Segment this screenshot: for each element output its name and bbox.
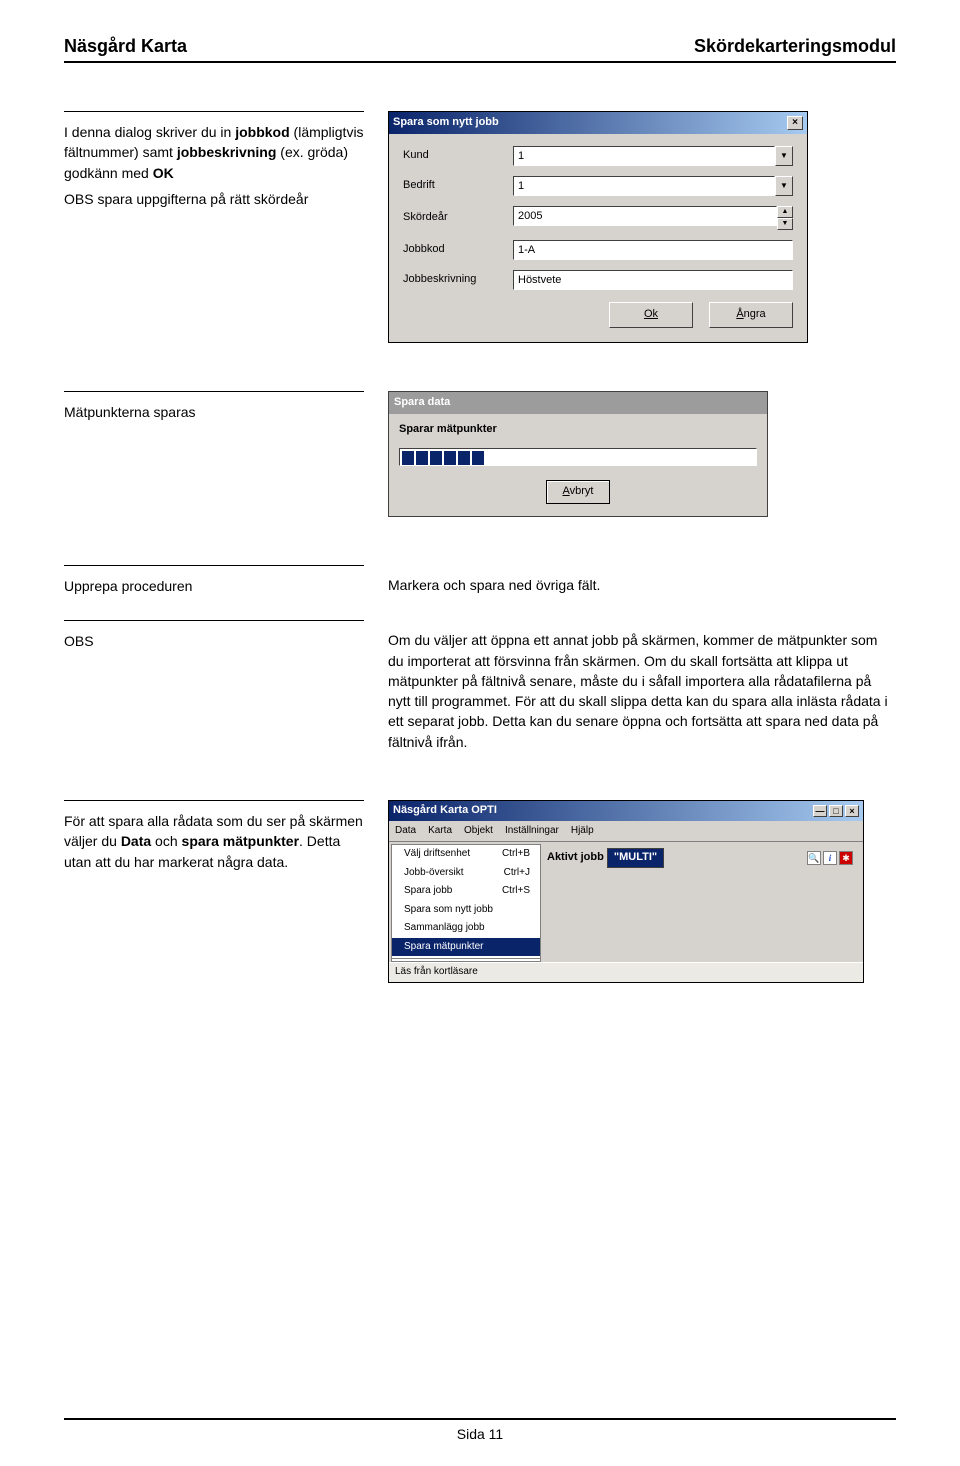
divider [64,800,364,801]
label-skordear: Skördeår [403,210,513,226]
chevron-down-icon[interactable]: ▼ [775,176,793,196]
header-right: Skördekarteringsmodul [694,36,896,57]
search-icon[interactable]: 🔍 [807,851,821,865]
menu-item-selected[interactable]: Spara mätpunkter [392,938,540,957]
label-jobbkod: Jobbkod [403,242,513,258]
spinner-up-icon[interactable]: ▲ [777,206,793,218]
page-number: Sida 11 [0,1426,960,1442]
save-new-job-dialog: Spara som nytt jobb × Kund ▼ Bedrift [388,111,808,343]
spinner-down-icon[interactable]: ▼ [777,218,793,230]
label-kund: Kund [403,148,513,164]
close-icon[interactable]: × [845,805,859,817]
divider [64,111,364,112]
progress-label: Sparar mätpunkter [399,422,757,438]
footer-rule [64,1418,896,1420]
sec3-left2: OBS [64,631,364,651]
label-bedrift: Bedrift [403,178,513,194]
sec3-right1: Markera och spara ned övriga fält. [388,575,896,595]
divider [64,565,364,566]
app-title: Näsgård Karta OPTI [393,803,497,819]
menu-installningar[interactable]: Inställningar [505,824,559,839]
sec4-text: För att spara alla rådata som du ser på … [64,811,364,872]
input-bedrift[interactable] [513,176,775,196]
data-menu-dropdown: Välj driftsenhetCtrl+B Jobb-översiktCtrl… [391,844,541,962]
minimize-icon[interactable]: — [813,805,827,817]
sec1-text: I denna dialog skriver du in jobbkod (lä… [64,122,364,183]
sec3-right2: Om du väljer att öppna ett annat jobb på… [388,630,896,752]
menu-item[interactable]: Jobb-översiktCtrl+J [392,864,540,883]
lowband-text: Läs från kortläsare [389,962,863,982]
progress-title: Spara data [389,392,767,414]
menu-item[interactable]: Sammanlägg jobb [392,919,540,938]
divider [64,620,364,621]
input-skordear[interactable] [513,206,777,226]
cancel-button[interactable]: Ångra [709,302,793,328]
tool-icon[interactable]: ✱ [839,851,853,865]
header-left: Näsgård Karta [64,36,187,57]
menu-objekt[interactable]: Objekt [464,824,493,839]
menu-item[interactable]: Välj driftsenhetCtrl+B [392,845,540,864]
ok-button[interactable]: Ok [609,302,693,328]
app-window: Näsgård Karta OPTI — □ × Data Karta Obje… [388,800,864,983]
sec1-obs: OBS spara uppgifterna på rätt skördeår [64,189,364,209]
progress-dialog: Spara data Sparar mätpunkter Avbryt [388,391,768,517]
aktivt-jobb-value: "MULTI" [607,848,664,868]
input-jobbkod[interactable] [513,240,793,260]
input-kund[interactable] [513,146,775,166]
aktivt-jobb-label: Aktivt jobb [547,851,604,863]
sec3-left1: Upprepa proceduren [64,576,364,596]
label-jobbeskrivning: Jobbeskrivning [403,272,513,288]
progress-bar [399,448,757,466]
abort-button[interactable]: Avbryt [546,480,611,504]
header-rule [64,61,896,63]
info-icon[interactable]: i [823,851,837,865]
chevron-down-icon[interactable]: ▼ [775,146,793,166]
menu-item[interactable]: Spara jobbCtrl+S [392,882,540,901]
menu-data[interactable]: Data [395,824,416,839]
menu-hjalp[interactable]: Hjälp [571,824,594,839]
menu-karta[interactable]: Karta [428,824,452,839]
maximize-icon[interactable]: □ [829,805,843,817]
input-jobbeskrivning[interactable] [513,270,793,290]
close-icon[interactable]: × [787,116,803,130]
sec2-text: Mätpunkterna sparas [64,402,364,422]
menu-item[interactable]: Spara som nytt jobb [392,901,540,920]
divider [64,391,364,392]
dialog-title: Spara som nytt jobb [393,115,499,131]
